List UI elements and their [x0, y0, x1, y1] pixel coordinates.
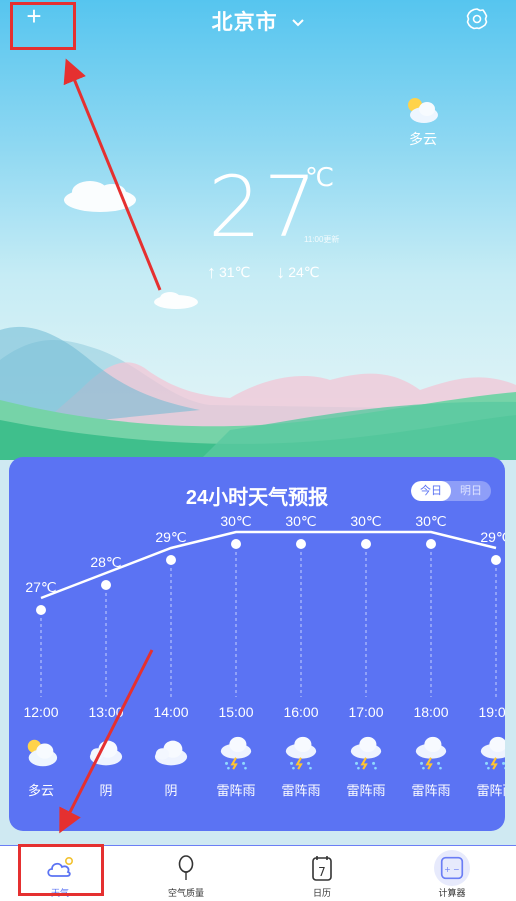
temperature-unit: ℃ [305, 162, 335, 192]
current-condition: 多云 [409, 131, 437, 147]
calendar-icon: 7 [312, 856, 332, 881]
thunderstorm-icon [220, 736, 252, 770]
hour-condition: 雷阵雨 [411, 783, 451, 798]
hour-time: 17:00 [348, 704, 384, 720]
partly-cloudy-icon [27, 739, 58, 767]
arrow-up-icon: ↑ [207, 262, 216, 282]
hour-time: 13:00 [88, 704, 124, 720]
current-temperature: 27 [208, 158, 319, 256]
hour-condition: 阴 [99, 783, 113, 798]
highlight-box-add [10, 2, 76, 50]
high-temp: ↑ 31℃ [207, 262, 251, 282]
gear-icon[interactable] [465, 7, 489, 31]
cloud-icon [154, 740, 188, 766]
nav-item-calendar[interactable]: 7 日历 [272, 846, 372, 901]
hour-time: 16:00 [283, 704, 319, 720]
hour-time: 18:00 [413, 704, 449, 720]
partly-cloudy-icon [408, 98, 438, 123]
hour-time: 12:00 [23, 704, 59, 720]
hour-condition: 多云 [27, 783, 54, 798]
thunderstorm-icon [415, 736, 447, 770]
nav-item-calculator[interactable]: + − 计算器 [402, 846, 502, 901]
low-temp: ↓ 24℃ [276, 262, 320, 282]
balloon-icon [178, 855, 194, 880]
temperature-label: 27℃ [25, 579, 56, 595]
svg-text:7: 7 [318, 865, 326, 879]
nav-item-air-quality[interactable]: 空气质量 [136, 846, 236, 901]
temperature-label: 30℃ [285, 513, 316, 529]
arrow-down-icon: ↓ [276, 262, 286, 282]
hour-condition: 雷阵雨 [346, 783, 386, 798]
hour-time: 15:00 [218, 704, 254, 720]
temperature-point [361, 539, 371, 549]
nav-label: 空气质量 [167, 888, 204, 898]
temperature-point [231, 539, 241, 549]
calculator-icon: + − [434, 850, 470, 886]
temperature-point [166, 555, 176, 565]
temperature-line-chart: 27℃ 28℃ 29℃ 30℃ 30℃ 30℃ 30℃ 29℃ [25, 513, 505, 697]
hour-condition: 雷阵雨 [476, 783, 505, 798]
hour-condition: 阴 [164, 783, 178, 798]
hour-condition: 雷阵雨 [216, 783, 256, 798]
top-bar: + 北京市 [0, 0, 516, 40]
temperature-label: 29℃ [480, 529, 505, 545]
thunderstorm-icon [285, 736, 317, 770]
temperature-point [491, 555, 501, 565]
hour-time: 19:00 [478, 704, 505, 720]
chevron-down-icon [292, 19, 305, 27]
thunderstorm-icon [350, 736, 382, 770]
cloud-icon [89, 740, 123, 766]
hour-time: 14:00 [153, 704, 189, 720]
city-selector[interactable]: 北京市 [0, 6, 516, 36]
svg-text:+ −: + − [444, 865, 459, 874]
temperature-point [101, 580, 111, 590]
nav-label: 日历 [312, 888, 331, 898]
city-name: 北京市 [211, 11, 278, 34]
temperature-point [296, 539, 306, 549]
high-low: ↑ 31℃ ↓ 24℃ [207, 262, 341, 283]
temperature-label: 29℃ [155, 529, 186, 545]
temperature-label: 28℃ [90, 554, 121, 570]
temperature-label: 30℃ [220, 513, 251, 529]
highlight-box-weather-tab [18, 844, 104, 896]
weather-hero: + 北京市 多云 27 ℃ 11:00更新 ↑ 31℃ ↓ 24℃ [0, 0, 516, 460]
temperature-point [36, 605, 46, 615]
nav-label: 计算器 [438, 888, 466, 898]
update-note: 11:00更新 [304, 235, 340, 244]
hourly-forecast-card: 24小时天气预报 今日 明日 27℃ 28℃ 29℃ 30℃ 30℃ 30℃ 30℃ 29℃ … [9, 457, 505, 831]
temperature-label: 30℃ [415, 513, 446, 529]
temperature-label: 30℃ [350, 513, 381, 529]
hour-condition: 雷阵雨 [281, 783, 321, 798]
thunderstorm-icon [480, 736, 505, 770]
temperature-point [426, 539, 436, 549]
